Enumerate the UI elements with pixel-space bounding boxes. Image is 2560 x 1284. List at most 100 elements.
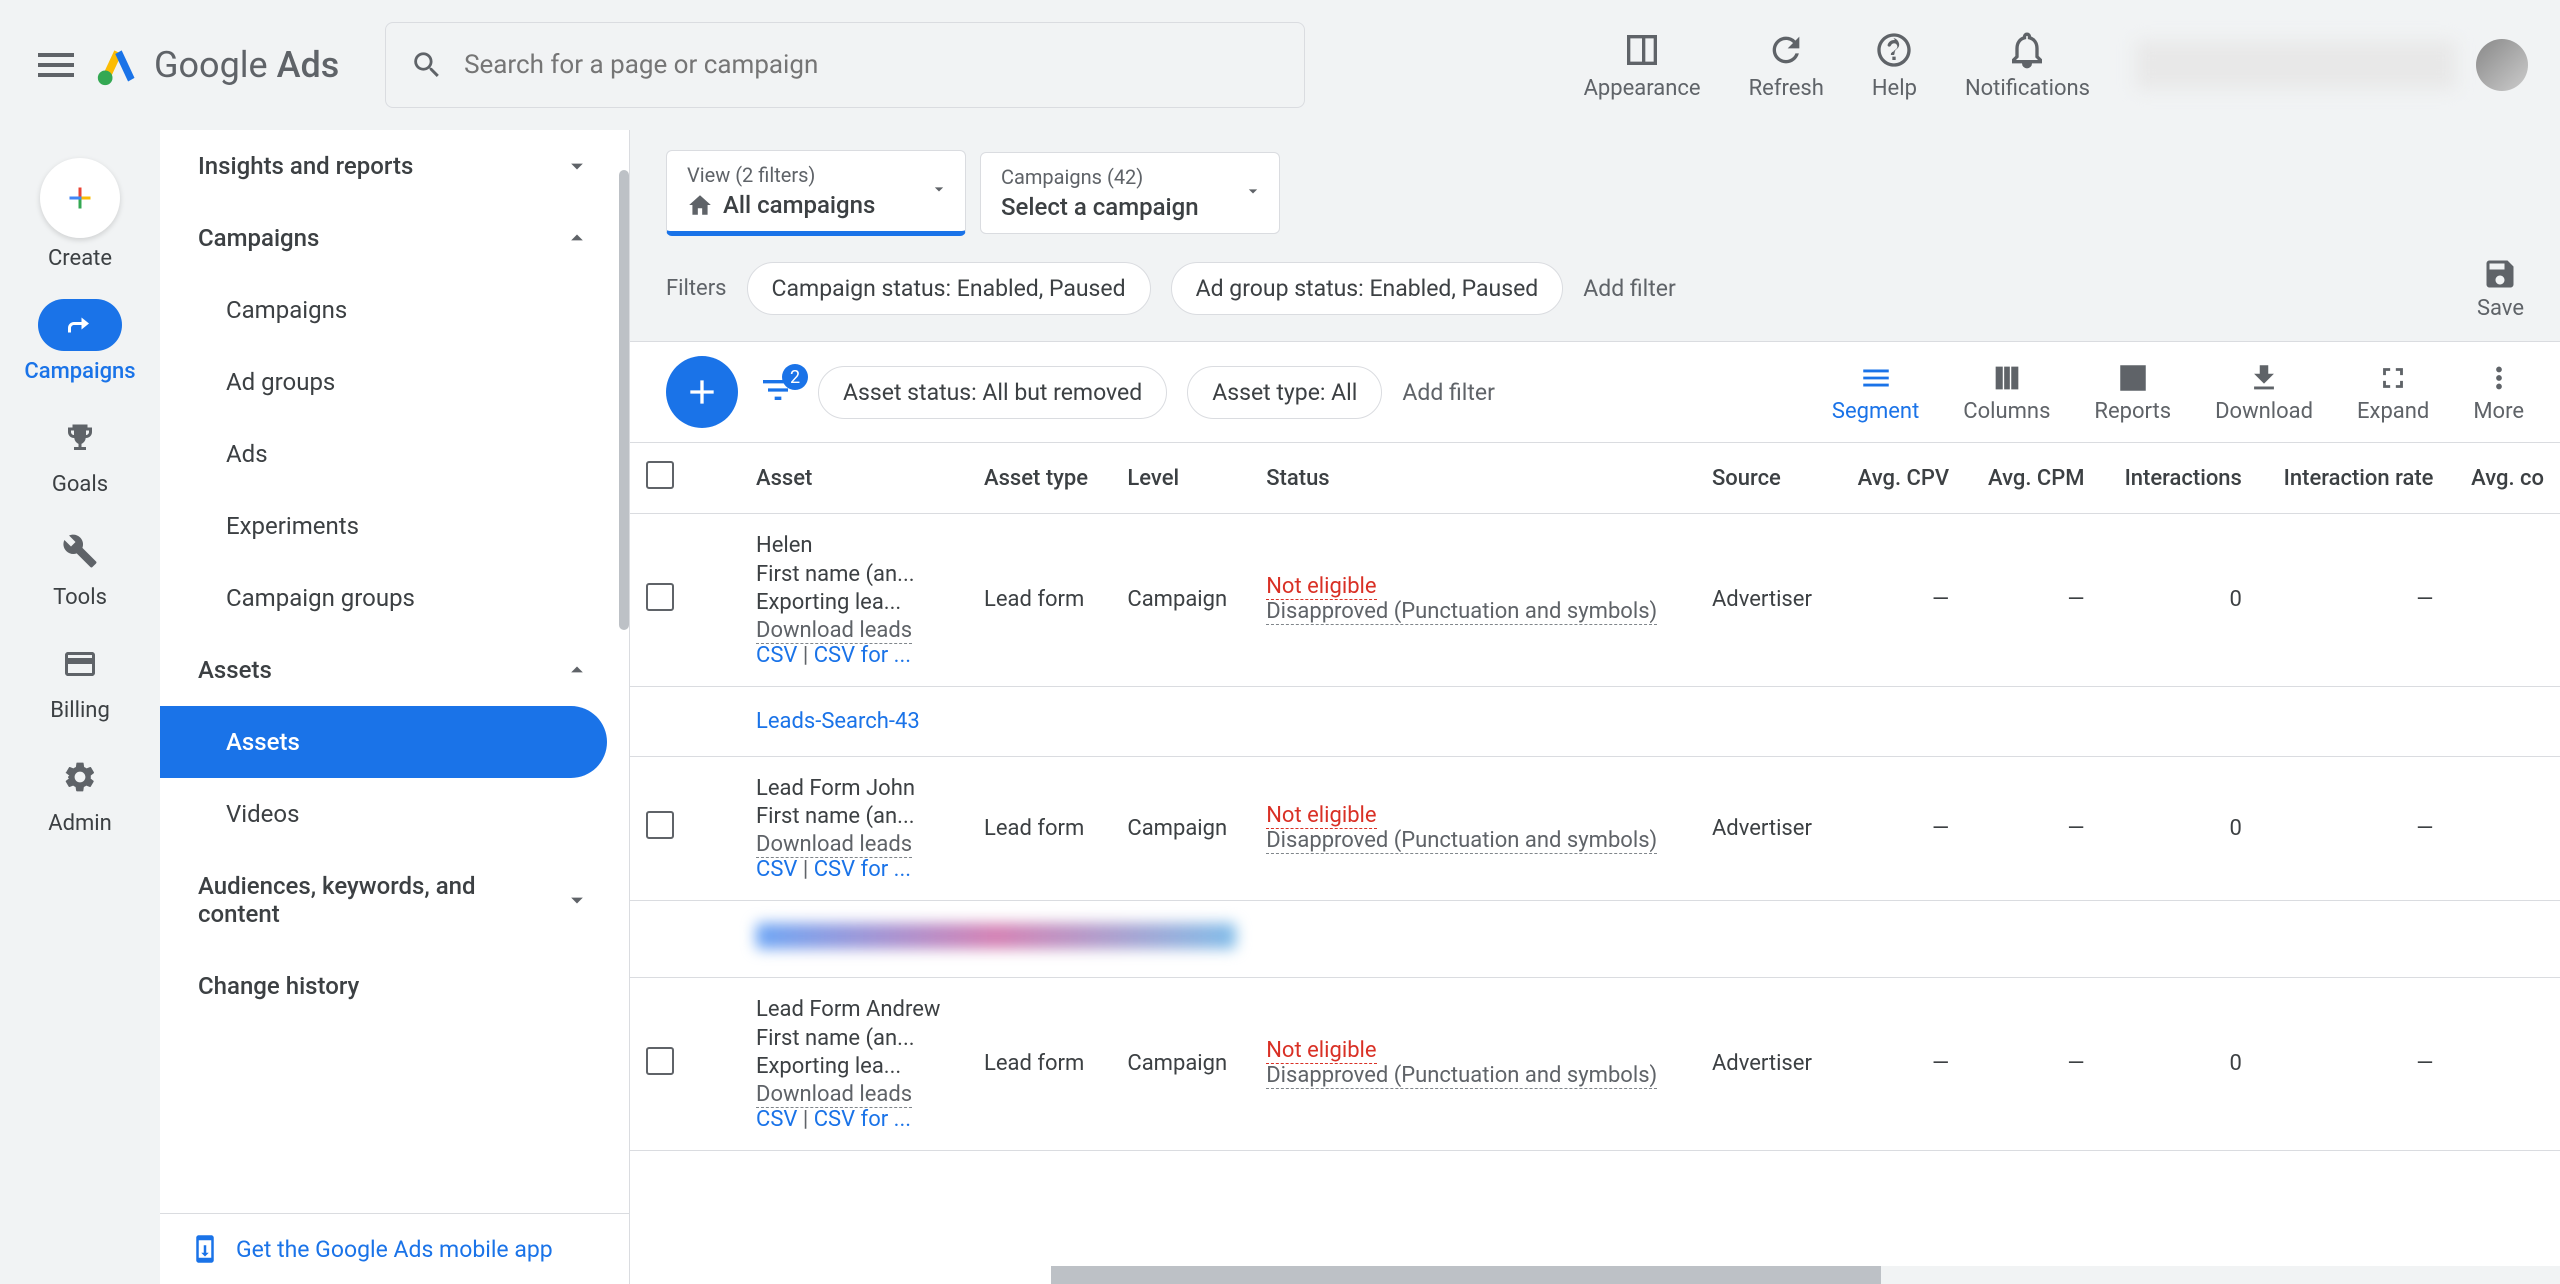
filters-label: Filters — [666, 276, 727, 301]
menu-button[interactable] — [32, 41, 80, 89]
rail-campaigns[interactable]: Campaigns — [24, 299, 135, 384]
row-checkbox[interactable] — [646, 583, 674, 611]
sidebar-insights[interactable]: Insights and reports — [160, 130, 629, 202]
row-checkbox[interactable] — [646, 1047, 674, 1075]
columns-icon — [1990, 361, 2024, 395]
col-avg-co[interactable]: Avg. co — [2449, 443, 2560, 514]
sidebar-item-assets[interactable]: Assets — [160, 706, 607, 778]
col-status[interactable]: Status — [1250, 443, 1696, 514]
bell-icon — [2007, 30, 2047, 70]
caret-down-icon — [929, 179, 949, 203]
status-cell: Not eligible Disapproved (Punctuation an… — [1250, 514, 1696, 687]
asset-type-chip[interactable]: Asset type: All — [1187, 366, 1382, 419]
download-leads-link[interactable]: Download leads — [756, 1082, 912, 1108]
logo[interactable]: Google Ads — [96, 43, 339, 87]
table-row: Helen First name (an... Exporting lea...… — [630, 514, 2560, 687]
csv-link[interactable]: CSV — [756, 857, 797, 882]
account-area[interactable] — [2136, 39, 2528, 91]
appearance-button[interactable]: Appearance — [1584, 30, 1701, 101]
sidebar: Insights and reports Campaigns Campaigns… — [160, 130, 630, 1284]
toolbar-add-filter[interactable]: Add filter — [1402, 379, 1495, 406]
asset-status-chip[interactable]: Asset status: All but removed — [818, 366, 1167, 419]
columns-button[interactable]: Columns — [1963, 361, 2050, 424]
row-checkbox[interactable] — [646, 811, 674, 839]
csv-for-link[interactable]: CSV for ... — [814, 857, 911, 882]
more-button[interactable]: More — [2473, 361, 2524, 424]
plus-multicolor-icon — [62, 180, 98, 216]
filter-toggle-button[interactable]: 2 — [758, 370, 798, 414]
save-button[interactable]: Save — [2477, 256, 2524, 321]
campaign-group-link-blurred[interactable] — [756, 923, 1236, 949]
asset-cell[interactable]: Lead Form Andrew First name (an... Expor… — [740, 977, 968, 1150]
filter-chip-campaign-status[interactable]: Campaign status: Enabled, Paused — [747, 262, 1151, 315]
avatar[interactable] — [2476, 39, 2528, 91]
selectors-row: View (2 filters) All campaigns Campaigns… — [630, 130, 2560, 236]
chevron-down-icon — [563, 886, 591, 914]
sidebar-campaigns-group[interactable]: Campaigns — [160, 202, 629, 274]
campaign-group-row: Leads-Search-43 — [630, 686, 2560, 756]
col-asset-type[interactable]: Asset type — [968, 443, 1111, 514]
sidebar-audiences[interactable]: Audiences, keywords, and content — [160, 850, 629, 950]
add-filter-link[interactable]: Add filter — [1583, 275, 1676, 302]
horizontal-scrollbar[interactable] — [1051, 1266, 2560, 1284]
download-leads-link[interactable]: Download leads — [756, 618, 912, 644]
megaphone-icon — [62, 307, 98, 343]
filters-row: Filters Campaign status: Enabled, Paused… — [630, 236, 2560, 341]
rail-billing[interactable]: Billing — [38, 638, 122, 723]
notifications-button[interactable]: Notifications — [1965, 30, 2090, 101]
plus-icon — [682, 372, 722, 412]
filter-count-badge: 2 — [782, 364, 808, 390]
col-interaction-rate[interactable]: Interaction rate — [2258, 443, 2450, 514]
search-input[interactable] — [464, 50, 1280, 80]
sidebar-scrollbar[interactable] — [619, 130, 629, 1284]
reports-icon — [2116, 361, 2150, 395]
caret-down-icon — [1243, 181, 1263, 205]
sidebar-mobile-app-link[interactable]: Get the Google Ads mobile app — [160, 1213, 629, 1284]
rail-tools[interactable]: Tools — [38, 525, 122, 610]
sidebar-item-experiments[interactable]: Experiments — [160, 490, 607, 562]
rail-admin[interactable]: Admin — [38, 751, 122, 836]
sidebar-item-campaigns[interactable]: Campaigns — [160, 274, 607, 346]
col-cpm[interactable]: Avg. CPM — [1965, 443, 2100, 514]
filter-chip-adgroup-status[interactable]: Ad group status: Enabled, Paused — [1171, 262, 1564, 315]
expand-button[interactable]: Expand — [2357, 361, 2429, 424]
csv-link[interactable]: CSV — [756, 1107, 797, 1132]
sidebar-item-ads[interactable]: Ads — [160, 418, 607, 490]
tools-icon — [62, 533, 98, 569]
view-selector[interactable]: View (2 filters) All campaigns — [666, 150, 966, 236]
asset-cell[interactable]: Helen First name (an... Exporting lea...… — [740, 514, 968, 687]
refresh-button[interactable]: Refresh — [1749, 30, 1824, 101]
segment-button[interactable]: Segment — [1832, 361, 1919, 424]
col-asset[interactable]: Asset — [740, 443, 968, 514]
search-box[interactable] — [385, 22, 1305, 108]
rail-goals[interactable]: Goals — [38, 412, 122, 497]
campaign-selector[interactable]: Campaigns (42) Select a campaign — [980, 152, 1280, 234]
rail-create[interactable]: Create — [40, 158, 120, 271]
csv-for-link[interactable]: CSV for ... — [814, 643, 911, 668]
toolbar: 2 Asset status: All but removed Asset ty… — [630, 341, 2560, 443]
sidebar-item-adgroups[interactable]: Ad groups — [160, 346, 607, 418]
col-interactions[interactable]: Interactions — [2101, 443, 2258, 514]
download-leads-link[interactable]: Download leads — [756, 832, 912, 858]
sidebar-change-history[interactable]: Change history — [160, 950, 629, 1022]
sidebar-assets-group[interactable]: Assets — [160, 634, 629, 706]
col-level[interactable]: Level — [1111, 443, 1250, 514]
campaign-group-link[interactable]: Leads-Search-43 — [756, 709, 920, 734]
account-info — [2136, 41, 2456, 89]
help-button[interactable]: Help — [1872, 30, 1917, 101]
col-cpv[interactable]: Avg. CPV — [1835, 443, 1965, 514]
appearance-icon — [1622, 30, 1662, 70]
save-icon — [2482, 256, 2518, 292]
table-row: Lead Form Andrew First name (an... Expor… — [630, 977, 2560, 1150]
sidebar-item-campaign-groups[interactable]: Campaign groups — [160, 562, 607, 634]
csv-link[interactable]: CSV — [756, 643, 797, 668]
asset-cell[interactable]: Lead Form John First name (an... Downloa… — [740, 756, 968, 900]
download-button[interactable]: Download — [2215, 361, 2313, 424]
reports-button[interactable]: Reports — [2094, 361, 2171, 424]
add-asset-button[interactable] — [666, 356, 738, 428]
sidebar-item-videos[interactable]: Videos — [160, 778, 607, 850]
select-all-checkbox[interactable] — [646, 461, 674, 489]
create-fab[interactable] — [40, 158, 120, 238]
csv-for-link[interactable]: CSV for ... — [814, 1107, 911, 1132]
col-source[interactable]: Source — [1696, 443, 1835, 514]
